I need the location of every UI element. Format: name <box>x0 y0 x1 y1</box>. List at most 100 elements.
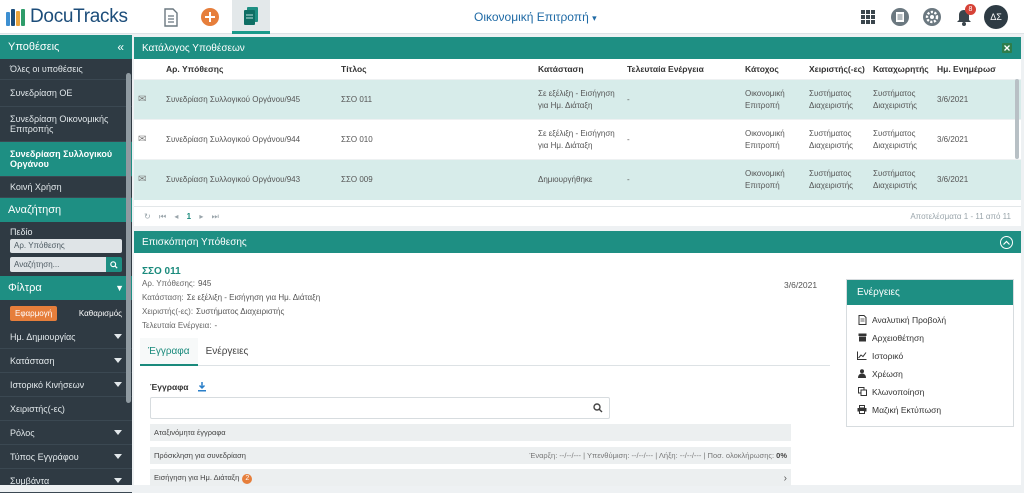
action-label: Ιστορικό <box>872 350 904 361</box>
sidebar-search-input[interactable]: Αναζήτηση... <box>10 257 106 272</box>
download-icon[interactable] <box>197 382 207 392</box>
refresh-icon[interactable]: ↻ <box>144 212 151 221</box>
case-owner-cell: Οικονομική Επιτροπή <box>741 119 805 160</box>
cases-nav-button[interactable] <box>232 0 270 34</box>
action-clone[interactable]: Κλωνοποίηση <box>847 382 1013 400</box>
case-list-panel: Κατάλογος Υποθέσεων Αρ. Υπόθεσης Τίτλος … <box>134 37 1021 226</box>
table-row[interactable]: ✉ Συνεδρίαση Συλλογικού Οργάνου/944 ΣΣΟ … <box>134 119 1021 160</box>
action-history[interactable]: Ιστορικό <box>847 346 1013 364</box>
case-last-action-line: Τελευταία Ενέργεια: - <box>142 321 217 330</box>
collapse-overview-button[interactable] <box>1000 235 1013 249</box>
case-number-cell: Συνεδρίαση Συλλογικού Οργάνου/944 <box>162 119 337 160</box>
apps-grid-button[interactable] <box>856 5 880 29</box>
case-last-action-cell: - <box>623 119 741 160</box>
sidebar-scrollbar[interactable] <box>126 73 131 403</box>
filter-document-type[interactable]: Τύπος Εγγράφου <box>0 445 132 469</box>
sidebar-item-shared[interactable]: Κοινή Χρήση <box>0 177 132 198</box>
folders-icon <box>244 6 258 25</box>
case-updated-cell: 3/6/2021 <box>933 79 1021 120</box>
last-page-icon[interactable]: ⏭ <box>212 212 219 221</box>
sidebar-item-finance-committee-meeting[interactable]: Συνεδρίαση Οικονομικής Επιτροπής <box>0 107 132 142</box>
organization-selector[interactable]: Οικονομική Επιτροπή ▾ <box>474 10 597 24</box>
column-header-case-number[interactable]: Αρ. Υπόθεσης <box>162 59 337 80</box>
filter-events[interactable]: Συμβάντα <box>0 469 132 493</box>
chevron-up-icon <box>1003 240 1010 245</box>
apply-filters-button[interactable]: Εφαρμογή <box>10 306 58 321</box>
prev-page-icon[interactable]: ◂ <box>174 212 178 221</box>
excel-export-icon[interactable] <box>1001 42 1013 54</box>
sidebar-filters-header[interactable]: Φίλτρα ▼ <box>0 276 132 300</box>
caret-down-icon <box>114 382 122 387</box>
case-updated-cell: 3/6/2021 <box>933 119 1021 160</box>
sidebar-item-oe-meeting[interactable]: Συνεδρίαση ΟΕ <box>0 80 132 107</box>
filter-role[interactable]: Ρόλος <box>0 421 132 445</box>
unassigned-documents-row[interactable]: Αταξινόμητα έγγραφα <box>150 424 791 441</box>
chevron-right-icon[interactable]: › <box>784 473 787 484</box>
filter-creation-date[interactable]: Ημ. Δημιουργίας <box>0 325 132 349</box>
action-archive[interactable]: Αρχειοθέτηση <box>847 328 1013 346</box>
tab-documents[interactable]: Έγγραφα <box>140 338 198 366</box>
column-header-title[interactable]: Τίτλος <box>337 59 534 80</box>
next-page-icon[interactable]: ▸ <box>199 212 203 221</box>
case-title-link[interactable]: ΣΣΟ 011 <box>337 79 534 120</box>
logo-books-icon <box>6 8 26 26</box>
filter-label: Τύπος Εγγράφου <box>10 451 79 462</box>
sidebar-filters-title: Φίλτρα <box>8 282 42 294</box>
actions-box: Ενέργειες Αναλυτική Προβολή Αρχειοθέτηση… <box>846 279 1014 427</box>
sidebar-item-all-cases[interactable]: Όλες οι υποθέσεις <box>0 59 132 80</box>
top-bar: DocuTracks Οικονομική Επιτροπή ▾ 8 ΔΣ <box>0 0 1024 34</box>
column-header-handlers[interactable]: Χειριστής(-ες) <box>805 59 869 80</box>
case-title-link[interactable]: ΣΣΟ 009 <box>337 159 534 200</box>
document-row[interactable]: Εισήγηση για Ημ. Διάταξη 2 › <box>150 469 791 486</box>
table-row[interactable]: ✉ Συνεδρίαση Συλλογικού Οργάνου/943 ΣΣΟ … <box>134 159 1021 200</box>
column-header-registrar[interactable]: Καταχωρητής <box>869 59 933 80</box>
notifications-count-badge: 8 <box>965 4 976 15</box>
envelope-icon: ✉ <box>134 159 162 200</box>
sidebar-search-header: Αναζήτηση <box>0 198 132 222</box>
chevron-down-icon: ▼ <box>115 283 124 293</box>
filter-handlers[interactable]: Χειριστής(-ες) <box>0 397 132 421</box>
notifications-button[interactable]: 8 <box>952 4 976 29</box>
action-assign[interactable]: Χρέωση <box>847 364 1013 382</box>
case-handler-cell: Συστήματος Διαχειριστής <box>805 79 869 120</box>
case-list-header: Κατάλογος Υποθέσεων <box>134 37 1021 59</box>
field-label: Πεδίο <box>10 227 33 237</box>
reports-button[interactable] <box>888 5 912 29</box>
user-avatar[interactable]: ΔΣ <box>984 5 1008 29</box>
sidebar-item-collective-body-meeting[interactable]: Συνεδρίαση Συλλογικού Οργάνου <box>0 142 132 177</box>
case-registrar-cell: Συστήματος Διαχειριστής <box>869 79 933 120</box>
current-page[interactable]: 1 <box>187 212 191 221</box>
filter-status[interactable]: Κατάσταση <box>0 349 132 373</box>
add-button[interactable] <box>193 0 227 34</box>
chart-line-icon <box>857 351 867 360</box>
app-logo[interactable]: DocuTracks <box>6 6 128 28</box>
case-number-label: Αρ. Υπόθεσης: <box>142 279 195 288</box>
case-title: ΣΣΟ 011 <box>142 266 181 277</box>
overview-tabs: Έγγραφα Ενέργειες <box>140 338 830 366</box>
column-header-last-action[interactable]: Τελευταία Ενέργεια <box>623 59 741 80</box>
documents-search-input[interactable] <box>150 397 610 419</box>
column-header-owner[interactable]: Κάτοχος <box>741 59 805 80</box>
settings-button[interactable] <box>920 5 944 29</box>
column-header-status[interactable]: Κατάσταση <box>534 59 623 80</box>
field-select[interactable]: Αρ. Υπόθεσης <box>10 239 122 253</box>
table-row[interactable]: ✉ Συνεδρίαση Συλλογικού Οργάνου/945 ΣΣΟ … <box>134 79 1021 120</box>
clear-filters-button[interactable]: Καθαρισμός <box>79 309 122 318</box>
list-scrollbar[interactable] <box>1015 79 1019 159</box>
filter-movement-history[interactable]: Ιστορικό Κινήσεων <box>0 373 132 397</box>
documents-nav-button[interactable] <box>154 0 188 34</box>
tab-actions[interactable]: Ενέργειες <box>198 338 257 366</box>
first-page-icon[interactable]: ⏮ <box>159 212 166 221</box>
case-title-link[interactable]: ΣΣΟ 010 <box>337 119 534 160</box>
collapse-sidebar-icon[interactable]: « <box>117 40 124 54</box>
document-end-date: Λήξη: --/--/--- <box>658 451 702 460</box>
filter-label: Κατάσταση <box>10 355 55 366</box>
sidebar-search-button[interactable] <box>106 257 122 272</box>
case-number-cell: Συνεδρίαση Συλλογικού Οργάνου/945 <box>162 79 337 120</box>
action-detailed-view[interactable]: Αναλυτική Προβολή <box>847 310 1013 328</box>
case-registrar-cell: Συστήματος Διαχειριστής <box>869 159 933 200</box>
case-date: 3/6/2021 <box>784 280 818 290</box>
action-bulk-print[interactable]: Μαζική Εκτύπωση <box>847 400 1013 418</box>
column-header-updated[interactable]: Ημ. Ενημέρωσ <box>933 59 1021 80</box>
document-row[interactable]: Πρόσκληση για συνεδρίαση Έναρξη: --/--/-… <box>150 447 791 464</box>
